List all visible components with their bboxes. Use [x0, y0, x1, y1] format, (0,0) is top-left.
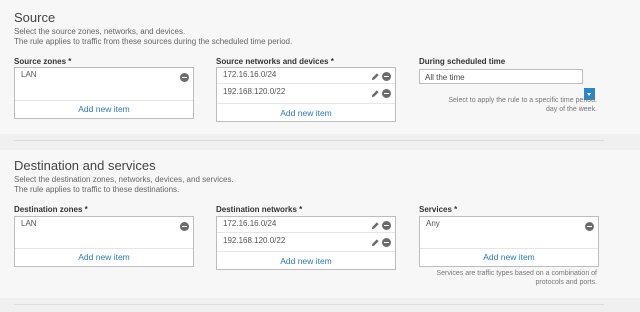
destination-description-1: Select the destination zones, networks, … [14, 175, 234, 184]
remove-icon[interactable] [382, 238, 391, 247]
services-label: Services * [419, 205, 458, 214]
list-item-label: LAN [21, 219, 37, 228]
list-item: 172.16.16.0/24 [217, 68, 395, 84]
destination-networks-label: Destination networks * [216, 205, 303, 214]
remove-icon[interactable] [585, 222, 594, 231]
source-networks-label: Source networks and devices * [216, 57, 334, 66]
remove-icon[interactable] [382, 221, 391, 230]
list-item-label: 192.168.120.0/22 [223, 87, 286, 96]
destination-zones-label: Destination zones * [14, 205, 88, 214]
list-item-label: 172.16.16.0/24 [223, 70, 277, 79]
add-new-item-button[interactable]: Add new item [217, 108, 395, 118]
schedule-help-2: day of the week. [546, 106, 597, 113]
remove-icon[interactable] [382, 89, 391, 98]
add-new-item-button[interactable]: Add new item [420, 252, 598, 262]
source-zones-list: LAN Add new item [14, 67, 194, 119]
services-help-2: protocols and ports. [535, 279, 597, 286]
schedule-label: During scheduled time [419, 57, 506, 66]
destination-zones-list: LAN Add new item [14, 216, 194, 267]
destination-section: Destination and services Select the dest… [0, 150, 640, 298]
schedule-help-1: Select to apply the rule to a specific t… [448, 97, 597, 104]
source-networks-list: 172.16.16.0/24 192.168.120.0/22 Add new … [216, 67, 396, 122]
add-new-item-button[interactable]: Add new item [15, 252, 193, 262]
destination-title: Destination and services [14, 158, 156, 173]
source-description-1: Select the source zones, networks, and d… [14, 27, 186, 36]
destination-networks-list: 172.16.16.0/24 192.168.120.0/22 Add new … [216, 216, 396, 270]
divider [217, 83, 395, 84]
edit-icon[interactable] [371, 221, 380, 230]
list-item: Any [420, 217, 598, 233]
section-divider [14, 304, 604, 305]
destination-description-2: The rule applies to traffic to these des… [14, 185, 180, 194]
list-item: 192.168.120.0/22 [217, 85, 395, 101]
add-new-item-button[interactable]: Add new item [15, 104, 193, 114]
list-item: 172.16.16.0/24 [217, 217, 395, 233]
divider [15, 248, 193, 249]
divider [217, 103, 395, 104]
edit-icon[interactable] [371, 72, 380, 81]
list-item-label: LAN [21, 70, 37, 79]
source-section: Source Select the source zones, networks… [0, 0, 640, 134]
divider [15, 100, 193, 101]
list-item-label: 172.16.16.0/24 [223, 219, 277, 228]
source-title: Source [14, 10, 56, 25]
schedule-select[interactable]: All the time [419, 69, 583, 84]
add-new-item-button[interactable]: Add new item [217, 256, 395, 266]
list-item: LAN [15, 68, 193, 84]
list-item-label: 192.168.120.0/22 [223, 236, 286, 245]
list-item-label: Any [426, 219, 440, 228]
services-list: Any Add new item [419, 216, 599, 267]
list-item: LAN [15, 217, 193, 233]
section-divider [14, 140, 604, 141]
divider [217, 251, 395, 252]
schedule-select-value: All the time [425, 73, 465, 82]
divider [217, 232, 395, 233]
remove-icon[interactable] [382, 72, 391, 81]
divider [420, 248, 598, 249]
source-description-2: The rule applies to traffic from these s… [14, 37, 293, 46]
services-help-1: Services are traffic types based on a co… [436, 270, 597, 277]
remove-icon[interactable] [180, 73, 189, 82]
edit-icon[interactable] [371, 238, 380, 247]
edit-icon[interactable] [371, 89, 380, 98]
remove-icon[interactable] [180, 222, 189, 231]
source-zones-label: Source zones * [14, 57, 72, 66]
list-item: 192.168.120.0/22 [217, 234, 395, 250]
